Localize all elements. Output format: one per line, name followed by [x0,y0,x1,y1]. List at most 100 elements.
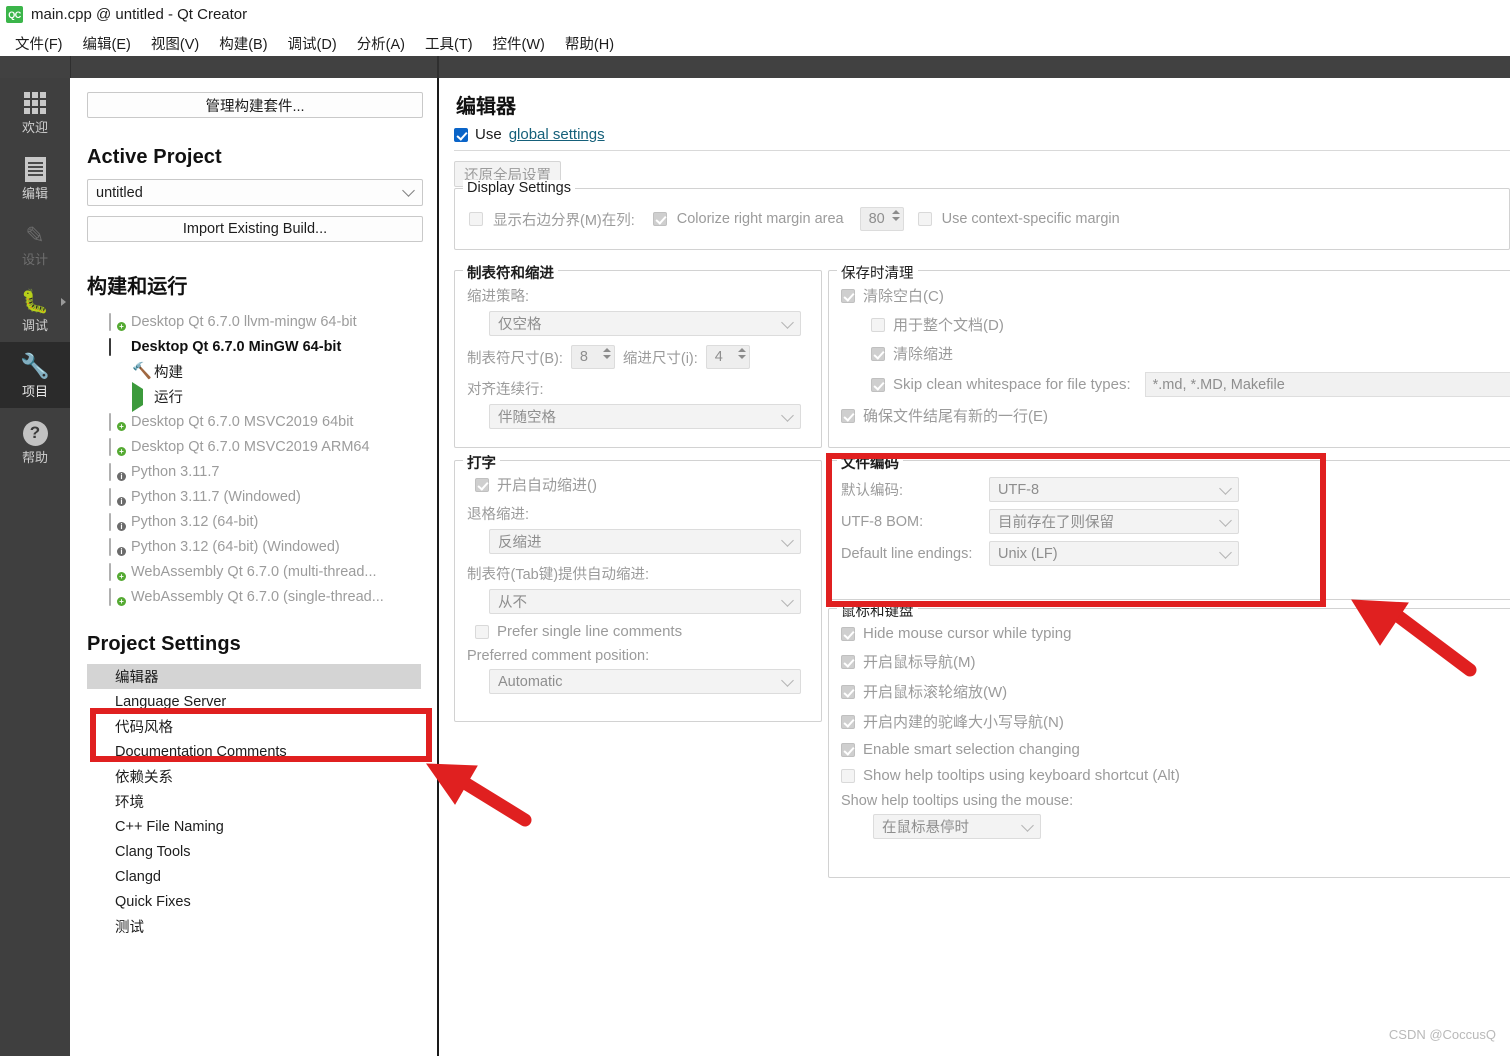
project-setting-item[interactable]: 依赖关系 [87,764,421,789]
kit-row[interactable]: i Python 3.12 (64-bit) [87,509,421,534]
skip-clean-filetypes-input[interactable]: *.md, *.MD, Makefile [1144,372,1510,397]
build-and-run-heading: 构建和运行 [87,276,188,298]
project-setting-item[interactable]: Quick Fixes [87,889,421,914]
menu-item-5[interactable]: 调试(D) [279,30,346,57]
project-setting-label: Documentation Comments [115,743,287,760]
ensure-newline-checkbox[interactable] [841,408,855,423]
show-right-margin-checkbox[interactable] [469,212,483,226]
spinner-arrows-icon[interactable] [602,348,611,359]
spinner-arrows-icon[interactable] [737,348,746,359]
indent-policy-combo[interactable]: 仅空格 [489,311,801,336]
menu-item-4[interactable]: 构建(B) [210,30,276,57]
tab-size-spinbox[interactable]: 8 [570,345,615,369]
panel-divider [437,78,439,1056]
menu-item-9[interactable]: 帮助(H) [556,30,623,57]
import-existing-build-button[interactable]: Import Existing Build... [87,216,423,242]
kit-row[interactable]: + Desktop Qt 6.7.0 llvm-mingw 64-bit [87,309,421,334]
hide-cursor-checkbox[interactable] [841,626,855,641]
active-project-heading: Active Project [87,146,222,168]
kit-row[interactable]: i Python 3.11.7 (Windowed) [87,484,421,509]
auto-indent-checkbox[interactable] [475,477,489,492]
kit-label: Python 3.11.7 (Windowed) [131,488,301,505]
spinner-arrows-icon[interactable] [891,210,900,221]
kit-row[interactable]: + Desktop Qt 6.7.0 MSVC2019 64bit [87,409,421,434]
skip-clean-whitespace-row[interactable]: Skip clean whitespace for file types: *.… [871,372,1510,397]
mode-项目[interactable]: 🔧 项目 [0,342,70,408]
tooltip-shortcut-row[interactable]: Show help tooltips using keyboard shortc… [841,767,1510,784]
kit-row[interactable]: + WebAssembly Qt 6.7.0 (multi-thread... [87,559,421,584]
line-endings-combo[interactable]: Unix (LF) [989,541,1239,566]
project-setting-item[interactable]: 测试 [87,914,421,939]
backspace-indent-combo[interactable]: 反缩进 [489,529,801,554]
indent-size-spinbox[interactable]: 4 [705,345,750,369]
skip-clean-whitespace-checkbox[interactable] [871,377,885,392]
project-setting-item[interactable]: Clang Tools [87,839,421,864]
menu-item-7[interactable]: 工具(T) [416,30,482,57]
mode-欢迎[interactable]: 欢迎 [0,78,70,144]
mouse-navigation-row[interactable]: 开启鼠标导航(M) [841,651,1510,672]
whole-document-checkbox[interactable] [871,317,885,332]
mode-编辑[interactable]: 编辑 [0,144,70,210]
active-project-combo[interactable]: untitled [87,179,423,206]
use-global-settings-row[interactable]: Use global settings [454,126,1510,150]
align-continuation-combo[interactable]: 伴随空格 [489,404,801,429]
project-setting-item[interactable]: Documentation Comments [87,739,421,764]
mode-帮助[interactable]: ? 帮助 [0,408,70,474]
prefer-single-line-row[interactable]: Prefer single line comments [467,623,809,640]
manage-kits-button[interactable]: 管理构建套件... [87,92,423,118]
project-setting-item[interactable]: 编辑器 [87,664,421,689]
smart-selection-row[interactable]: Enable smart selection changing [841,741,1510,758]
clean-whitespace-row[interactable]: 清除空白(C) [841,285,1510,306]
kit-row[interactable]: + WebAssembly Qt 6.7.0 (single-thread... [87,584,421,609]
mouse-keyboard-group: 鼠标和键盘 Hide mouse cursor while typing 开启鼠… [828,600,1510,878]
wheel-zoom-checkbox[interactable] [841,684,855,699]
kit-row[interactable]: i Python 3.11.7 [87,459,421,484]
whole-document-row[interactable]: 用于整个文档(D) [871,314,1510,335]
auto-indent-row[interactable]: 开启自动缩进() [467,474,809,495]
kit-row[interactable]: i Python 3.12 (64-bit) (Windowed) [87,534,421,559]
colorize-right-margin-checkbox[interactable] [652,212,667,226]
menu-item-3[interactable]: 视图(V) [142,30,208,57]
tooltip-mouse-combo[interactable]: 在鼠标悬停时 [873,814,1041,839]
utf8-bom-combo[interactable]: 目前存在了则保留 [989,509,1239,534]
prefer-single-line-checkbox[interactable] [475,624,489,639]
clean-whitespace-checkbox[interactable] [841,288,855,303]
info-badge-icon: i [117,472,126,481]
default-encoding-combo[interactable]: UTF-8 [989,477,1239,502]
margin-column-spinbox[interactable]: 80 [859,207,904,231]
project-setting-item[interactable]: 环境 [87,789,421,814]
toolbar-left-divider [70,56,71,78]
project-setting-item[interactable]: Clangd [87,864,421,889]
hide-cursor-row[interactable]: Hide mouse cursor while typing [841,625,1510,642]
wheel-zoom-row[interactable]: 开启鼠标滚轮缩放(W) [841,681,1510,702]
kit-row[interactable]: Desktop Qt 6.7.0 MinGW 64-bit [87,334,421,359]
tooltip-shortcut-checkbox[interactable] [841,768,855,783]
tab-auto-indent-combo[interactable]: 从不 [489,589,801,614]
kit-row[interactable]: 🔨 构建 [87,359,421,384]
camel-case-navigation-checkbox[interactable] [841,714,855,729]
smart-selection-checkbox[interactable] [841,742,855,757]
menu-item-8[interactable]: 控件(W) [484,30,554,57]
menu-item-2[interactable]: 编辑(E) [74,30,140,57]
project-setting-item[interactable]: 代码风格 [87,714,421,739]
global-settings-link[interactable]: global settings [509,126,605,143]
context-specific-margin-checkbox[interactable] [917,212,932,226]
menu-item-1[interactable]: 文件(F) [6,30,72,57]
chevron-right-icon[interactable] [61,298,66,306]
clean-indentation-checkbox[interactable] [871,346,885,361]
camel-case-navigation-row[interactable]: 开启内建的驼峰大小写导航(N) [841,711,1510,732]
project-setting-item[interactable]: Language Server [87,689,421,714]
mode-调试[interactable]: 🐛 调试 [0,276,70,342]
mode-设计[interactable]: ✎ 设计 [0,210,70,276]
indent-size-label: 缩进尺寸(i): [622,350,698,367]
kit-row[interactable]: + Desktop Qt 6.7.0 MSVC2019 ARM64 [87,434,421,459]
preferred-comment-position-combo[interactable]: Automatic [489,669,801,694]
kit-row[interactable]: 运行 [87,382,421,412]
tabs-indentation-group: 制表符和缩进 缩进策略: 仅空格 制表符尺寸(B): 8 缩进尺寸(i): 4 … [454,262,822,448]
project-setting-item[interactable]: C++ File Naming [87,814,421,839]
menu-item-6[interactable]: 分析(A) [348,30,414,57]
use-global-settings-checkbox[interactable] [454,127,468,142]
clean-indentation-row[interactable]: 清除缩进 [871,343,1510,364]
mouse-navigation-checkbox[interactable] [841,654,855,669]
ensure-newline-row[interactable]: 确保文件结尾有新的一行(E) [841,405,1510,426]
